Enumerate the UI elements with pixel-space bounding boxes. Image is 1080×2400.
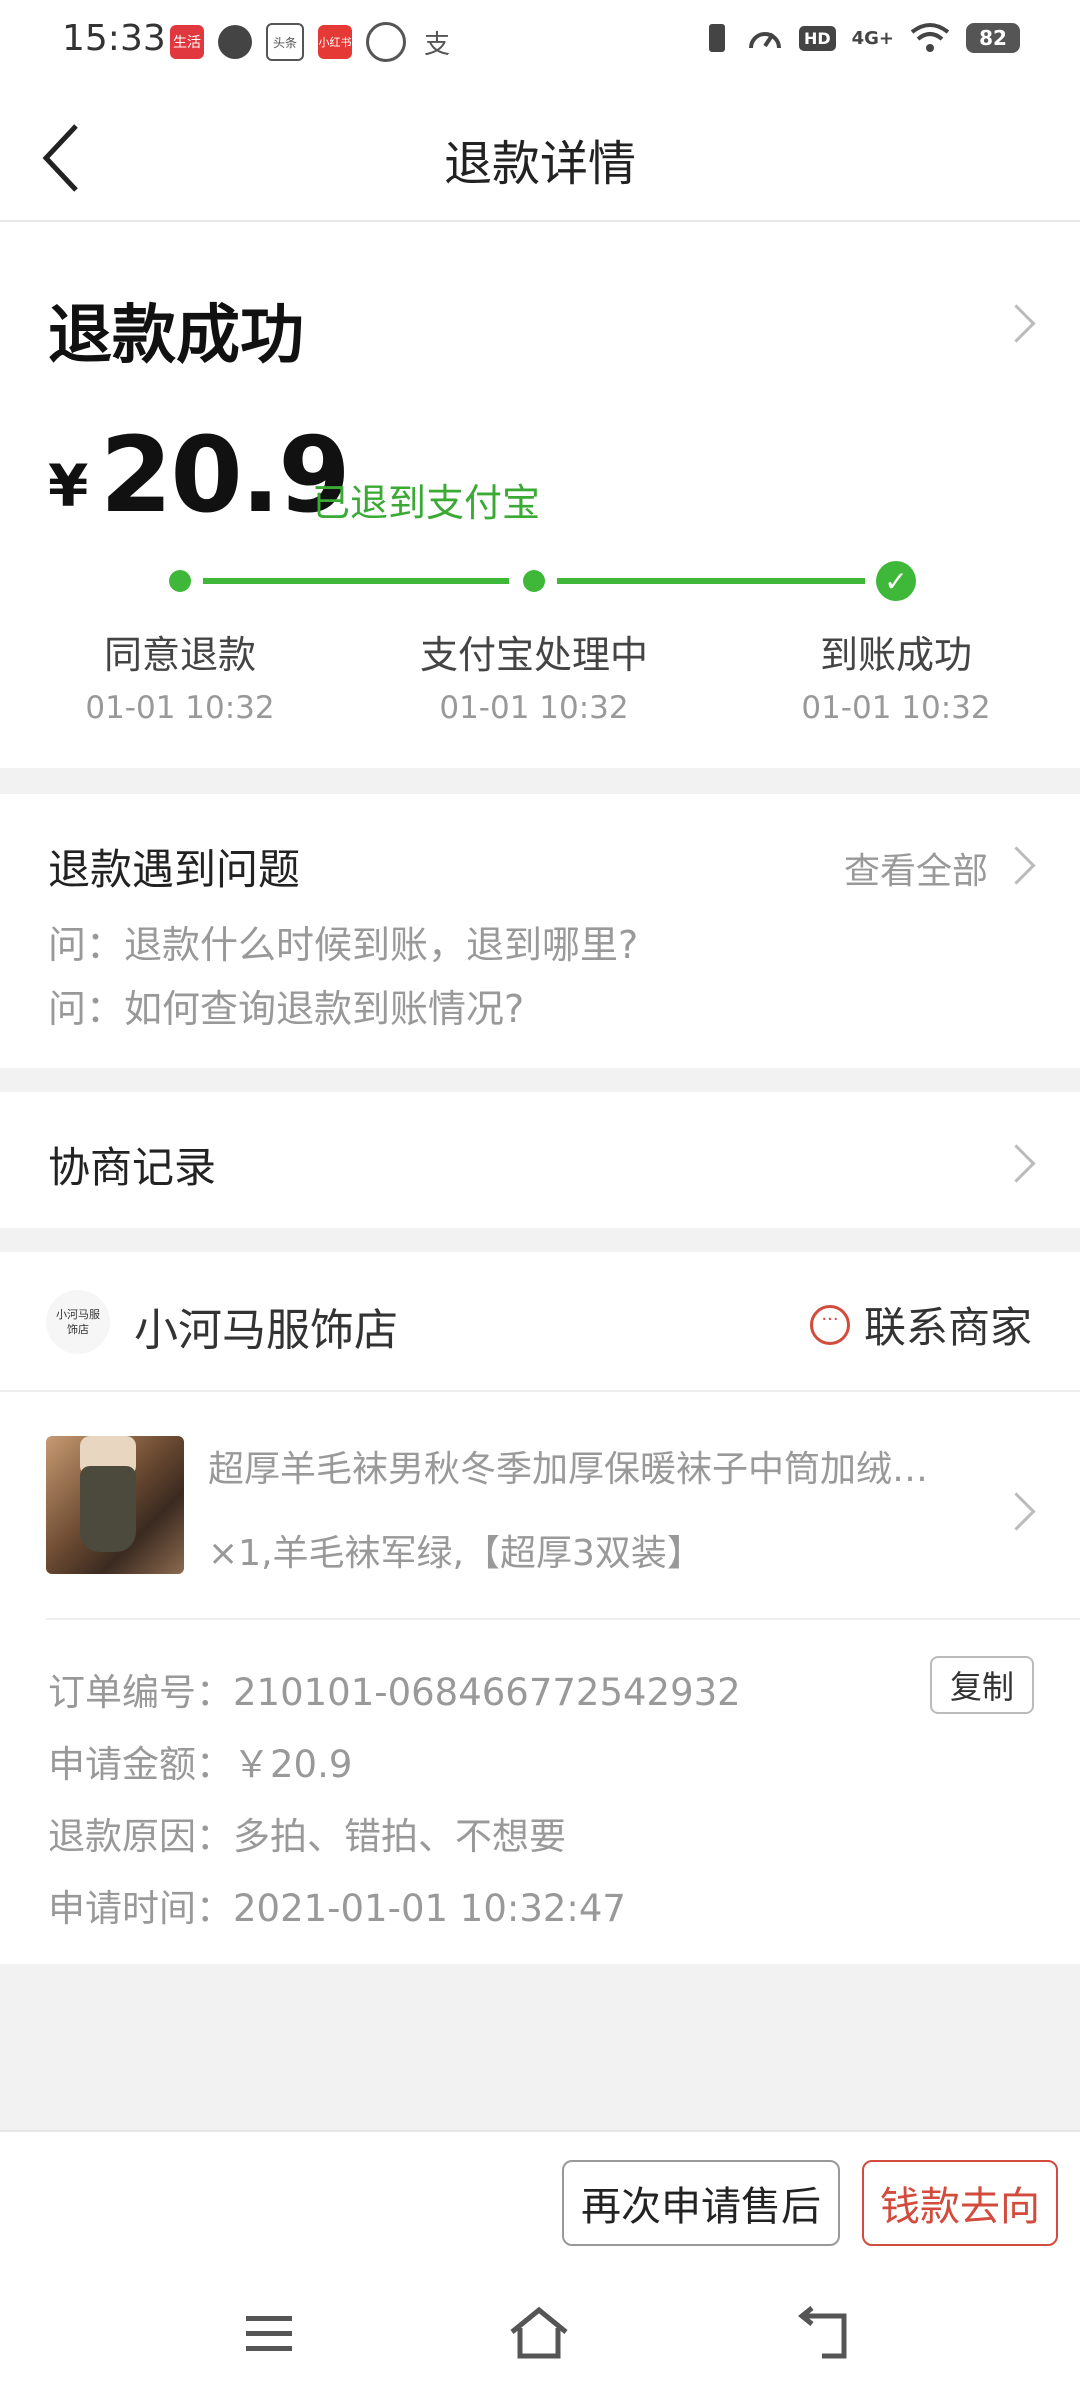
apply-time: 申请时间：2021-01-01 10:32:47 [48, 1887, 626, 1930]
contact-label: 联系商家 [863, 1303, 1032, 1352]
home-icon[interactable] [508, 2306, 570, 2362]
app-icon: 生活 [170, 25, 204, 59]
refund-status-card[interactable]: 退款成功 ¥ 20.9 已退到支付宝 ✓ 同意退款 支付宝处理中 到账成功 01… [0, 222, 1080, 768]
refund-reason: 退款原因：多拍、错拍、不想要 [48, 1815, 566, 1858]
menu-icon[interactable] [244, 2312, 294, 2356]
refund-status: 退款成功 [48, 299, 304, 373]
step-time: 01-01 10:32 [439, 690, 629, 726]
order-number: 订单编号：210101-068466772542932 [48, 1671, 741, 1714]
order-card: 小河马服饰店 小河马服饰店 ··· 联系商家 超厚羊毛袜男秋冬季加厚保暖袜子中筒… [0, 1252, 1080, 1964]
section-title: 协商记录 [48, 1143, 217, 1192]
refund-destination: 已退到支付宝 [312, 481, 541, 525]
product-image[interactable] [46, 1436, 184, 1574]
chevron-right-icon [997, 304, 1036, 343]
progress-dot [169, 570, 191, 592]
progress-dot [523, 570, 545, 592]
divider [46, 1618, 1080, 1620]
battery-icon: 82 [966, 23, 1020, 53]
alipay-icon: 支 [420, 25, 454, 60]
chevron-right-icon [997, 1144, 1036, 1183]
check-icon: ✓ [876, 561, 916, 601]
notification-icons: 生活 头条 小红书 支 [170, 22, 454, 62]
app-icon [366, 22, 406, 62]
step-label: 到账成功 [819, 633, 972, 677]
hd-icon: HD [798, 25, 836, 51]
status-time: 15:33 [62, 18, 166, 59]
reapply-after-sale-button[interactable]: 再次申请售后 [562, 2160, 840, 2246]
step-label: 同意退款 [103, 633, 256, 677]
status-bar: 15:33 生活 头条 小红书 支 HD 4G+ 82 [0, 0, 1080, 88]
chevron-right-icon [997, 1492, 1036, 1531]
faq-item[interactable]: 问：如何查询退款到账情况? [48, 978, 524, 1033]
step-time: 01-01 10:32 [801, 690, 991, 726]
progress-line [557, 578, 865, 584]
divider [0, 1390, 1080, 1392]
section-title: 退款遇到问题 [48, 845, 301, 894]
product-spec: ×1,羊毛袜军绿,【超厚3双装】 [208, 1533, 703, 1574]
xiaohongshu-icon: 小红书 [318, 25, 352, 59]
page-title: 退款详情 [443, 136, 636, 192]
refund-problems-card: 退款遇到问题 查看全部 问：退款什么时候到账，退到哪里? 问：如何查询退款到账情… [0, 794, 1080, 1068]
contact-merchant-button[interactable]: ··· 联系商家 [809, 1294, 1032, 1355]
money-flow-button[interactable]: 钱款去向 [862, 2160, 1058, 2246]
copy-button[interactable]: 复制 [930, 1656, 1034, 1714]
step-time: 01-01 10:32 [85, 690, 275, 726]
product-title[interactable]: 超厚羊毛袜男秋冬季加厚保暖袜子中筒加绒… [208, 1440, 968, 1492]
chat-icon: ··· [809, 1304, 850, 1345]
system-icons: HD 4G+ 82 [703, 20, 1020, 56]
bottom-action-bar: 再次申请售后 钱款去向 [0, 2130, 1080, 2282]
chevron-right-icon [997, 846, 1036, 885]
progress-line [203, 578, 509, 584]
faq-item[interactable]: 问：退款什么时候到账，退到哪里? [48, 914, 638, 969]
step-label: 支付宝处理中 [419, 633, 648, 677]
shop-logo: 小河马服饰店 [46, 1290, 110, 1354]
network-icon: 4G+ [851, 27, 894, 49]
view-all-link[interactable]: 查看全部 [844, 842, 988, 894]
speedometer-icon [748, 32, 781, 49]
vibrate-icon [708, 24, 725, 52]
negotiation-record-row[interactable]: 协商记录 [0, 1092, 1080, 1228]
system-navigation-bar [0, 2280, 1080, 2400]
wifi-icon [910, 23, 950, 52]
navigation-bar: 退款详情 [0, 88, 1080, 222]
toutiao-icon: 头条 [266, 23, 304, 61]
apply-amount: 申请金额：￥20.9 [48, 1743, 353, 1786]
currency-symbol: ¥ [48, 452, 89, 520]
shop-name[interactable]: 小河马服饰店 [134, 1294, 398, 1358]
back-icon[interactable] [798, 2306, 854, 2362]
message-icon [218, 25, 252, 59]
